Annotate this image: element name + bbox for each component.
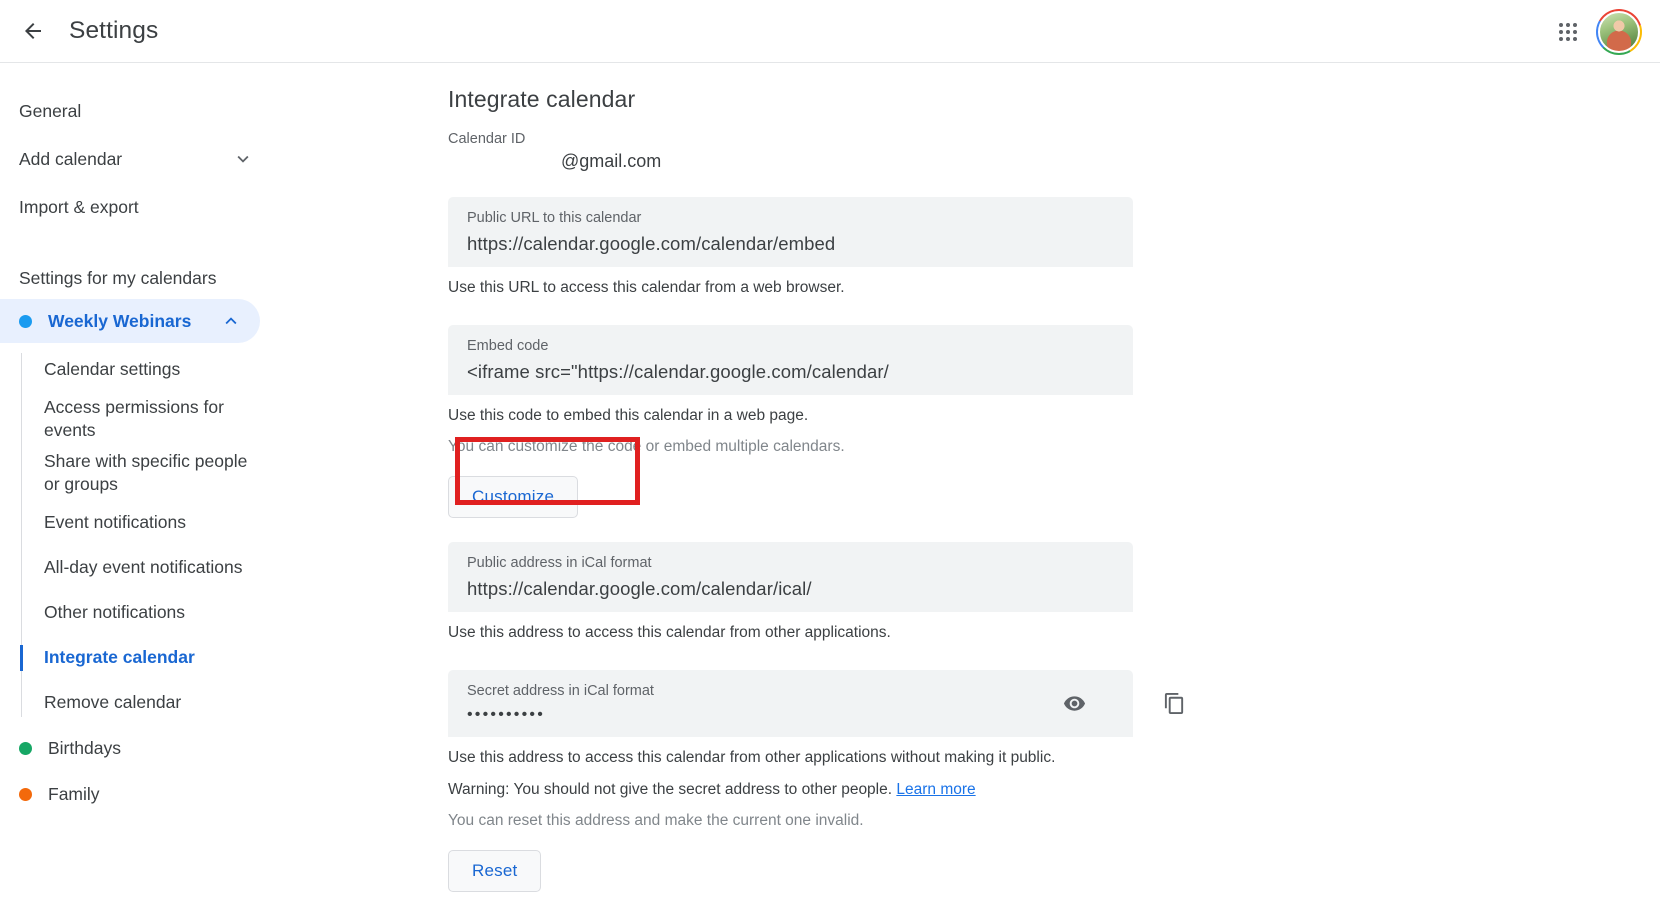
- sidebar-item-share-with-people[interactable]: Share with specific people or groups: [0, 446, 290, 500]
- page-header-title: Settings: [69, 17, 159, 44]
- embed-code-field[interactable]: Embed code <iframe src="https://calendar…: [448, 325, 1133, 395]
- sidebar-item-label: Access permissions for events: [44, 397, 224, 441]
- sidebar-item-all-day-notifications[interactable]: All-day event notifications: [0, 545, 290, 590]
- sidebar-item-label: Add calendar: [19, 148, 123, 169]
- embed-code-value: <iframe src="https://calendar.google.com…: [467, 360, 889, 382]
- avatar: [1598, 10, 1640, 53]
- sidebar-item-label: Birthdays: [48, 737, 121, 758]
- sidebar-calendar-birthdays[interactable]: Birthdays: [0, 725, 260, 771]
- back-button[interactable]: [11, 9, 55, 53]
- sidebar-item-label: General: [19, 100, 82, 121]
- sidebar-item-label: Share with specific people or groups: [44, 451, 248, 495]
- secret-ical-reset-hint: You can reset this address and make the …: [448, 811, 864, 829]
- sidebar-calendar-family[interactable]: Family: [0, 771, 260, 817]
- sidebar-item-label: All-day event notifications: [44, 557, 243, 578]
- page-title: Integrate calendar: [448, 86, 636, 112]
- secret-ical-warning: Warning: You should not give the secret …: [448, 778, 1660, 801]
- top-bar-actions: [1546, 0, 1660, 63]
- public-ical-helper: Use this address to access this calendar…: [448, 624, 891, 641]
- reset-button[interactable]: Reset: [448, 850, 542, 892]
- calendar-color-dot: [19, 787, 32, 801]
- settings-sidebar: General Add calendar Import & export Set…: [0, 63, 430, 901]
- public-ical-value: https://calendar.google.com/calendar/ica…: [467, 578, 812, 599]
- embed-code-label: Embed code: [467, 338, 549, 354]
- chevron-up-icon: [220, 310, 242, 332]
- calendar-color-dot: [19, 314, 32, 328]
- sidebar-item-label: Weekly Webinars: [48, 310, 192, 331]
- public-ical-label: Public address in iCal format: [467, 555, 652, 572]
- show-secret-address-button[interactable]: [1057, 687, 1091, 721]
- sidebar-item-label: Family: [48, 783, 100, 804]
- sidebar-item-label: Remove calendar: [44, 692, 182, 713]
- apps-grid-button[interactable]: [1546, 10, 1590, 54]
- calendar-id-value: @gmail.com: [561, 151, 662, 171]
- sidebar-section-title: Settings for my calendars: [19, 267, 217, 288]
- copy-secret-address-button[interactable]: [1156, 686, 1192, 722]
- arrow-left-icon: [25, 23, 41, 39]
- visibility-eye-icon: [1063, 696, 1085, 711]
- public-url-value: https://calendar.google.com/calendar/emb…: [467, 232, 836, 254]
- apps-grid-icon: [1559, 22, 1577, 41]
- sidebar-item-access-permissions[interactable]: Access permissions for events: [0, 392, 290, 446]
- copy-icon: [1164, 693, 1183, 715]
- chevron-down-icon: [232, 148, 254, 170]
- settings-page: Settings General Add calendar Import & e…: [0, 0, 1660, 901]
- sidebar-item-label: Integrate calendar: [44, 647, 195, 668]
- secret-ical-row: Secret address in iCal format ••••••••••: [448, 670, 1208, 738]
- secret-ical-helper: Use this address to access this calendar…: [448, 749, 1056, 767]
- secret-ical-value: ••••••••••: [467, 706, 546, 723]
- public-url-label: Public URL to this calendar: [467, 210, 642, 226]
- secret-ical-label: Secret address in iCal format: [467, 683, 654, 700]
- sidebar-item-import-export[interactable]: Import & export: [0, 183, 272, 231]
- public-ical-field[interactable]: Public address in iCal format https://ca…: [448, 542, 1133, 612]
- calendar-color-dot: [19, 741, 32, 755]
- sidebar-item-event-notifications[interactable]: Event notifications: [0, 500, 290, 545]
- calendar-id-label: Calendar ID: [448, 131, 526, 147]
- public-url-field[interactable]: Public URL to this calendar https://cale…: [448, 197, 1133, 267]
- sidebar-item-integrate-calendar[interactable]: Integrate calendar: [0, 635, 290, 680]
- sidebar-calendar-weekly-webinars[interactable]: Weekly Webinars: [0, 299, 260, 343]
- embed-code-helper: Use this code to embed this calendar in …: [448, 406, 809, 424]
- sidebar-item-label: Other notifications: [44, 602, 186, 623]
- learn-more-link[interactable]: Learn more: [896, 781, 975, 798]
- account-avatar-button[interactable]: [1596, 8, 1642, 55]
- embed-code-helper-secondary: You can customize the code or embed mult…: [448, 438, 845, 455]
- sidebar-item-label: Event notifications: [44, 512, 187, 533]
- secret-ical-field[interactable]: Secret address in iCal format ••••••••••: [448, 670, 1133, 738]
- sidebar-item-general[interactable]: General: [0, 87, 272, 135]
- warning-text: Warning: You should not give the secret …: [448, 780, 893, 798]
- top-app-bar: Settings: [0, 0, 1660, 63]
- sidebar-item-label: Calendar settings: [44, 358, 181, 379]
- sidebar-item-remove-calendar[interactable]: Remove calendar: [0, 680, 290, 725]
- sidebar-item-label: Import & export: [19, 196, 139, 217]
- sidebar-item-calendar-settings[interactable]: Calendar settings: [0, 347, 290, 392]
- sidebar-item-other-notifications[interactable]: Other notifications: [0, 590, 290, 635]
- customize-button[interactable]: Customize: [448, 476, 579, 519]
- public-url-helper: Use this URL to access this calendar fro…: [448, 278, 845, 296]
- sidebar-subitems: Calendar settings Access permissions for…: [0, 347, 430, 725]
- sidebar-item-add-calendar[interactable]: Add calendar: [0, 135, 272, 183]
- main-content: Integrate calendar Calendar ID @gmail.co…: [430, 63, 1660, 901]
